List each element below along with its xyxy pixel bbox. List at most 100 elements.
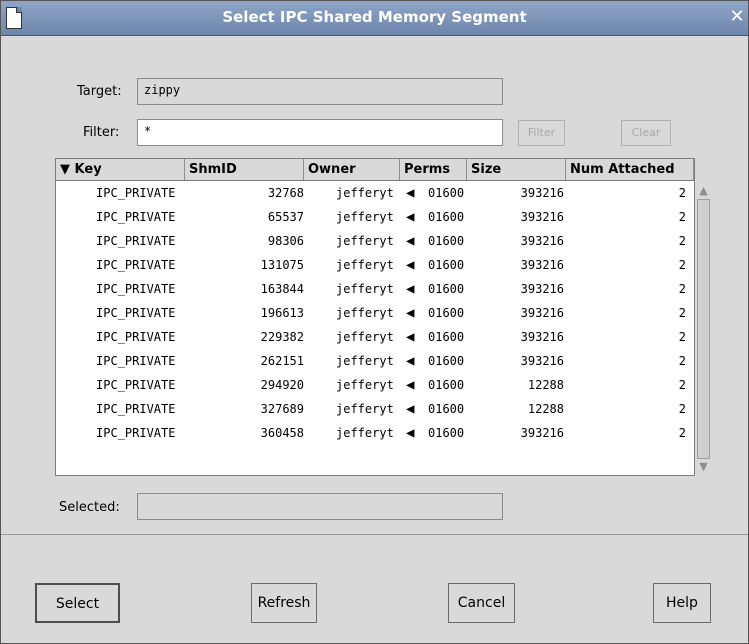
cell-size: 393216: [520, 258, 564, 272]
cell-num-attached: 2: [678, 258, 686, 272]
column-header-owner[interactable]: Owner: [304, 159, 400, 180]
cell-perms: 01600: [428, 282, 465, 296]
truncated-owner-icon: ◀: [406, 185, 415, 201]
column-header-shmid[interactable]: ShmID: [185, 159, 304, 180]
table-row[interactable]: IPC_PRIVATE 65537 jefferyt 01600 393216 2 ◀: [56, 205, 694, 229]
cell-key: IPC_PRIVATE: [96, 282, 176, 296]
table-scrollbar[interactable]: ▲ ▼: [695, 182, 712, 476]
column-header-num-attached[interactable]: Num Attached: [566, 159, 694, 180]
truncated-owner-icon: ◀: [406, 257, 415, 273]
cell-shmid: 229382: [260, 330, 304, 344]
clear-button[interactable]: Clear: [621, 120, 671, 146]
cell-size: 12288: [527, 378, 564, 392]
cell-key: IPC_PRIVATE: [96, 234, 176, 248]
filter-button[interactable]: Filter: [518, 120, 565, 146]
cell-shmid: 360458: [260, 426, 304, 440]
cell-perms: 01600: [428, 186, 465, 200]
cell-size: 393216: [520, 330, 564, 344]
help-button[interactable]: Help: [653, 583, 711, 623]
divider: [1, 534, 748, 535]
cell-perms: 01600: [428, 402, 465, 416]
target-label: Target:: [77, 84, 122, 99]
cell-key: IPC_PRIVATE: [96, 258, 176, 272]
cell-owner: jefferyt: [336, 306, 394, 320]
column-header-perms[interactable]: Perms: [400, 159, 467, 180]
truncated-owner-icon: ◀: [406, 329, 415, 345]
cell-shmid: 327689: [260, 402, 304, 416]
window-title: Select IPC Shared Memory Segment: [222, 8, 527, 26]
cell-size: 393216: [520, 234, 564, 248]
cell-num-attached: 2: [678, 354, 686, 368]
cell-size: 393216: [520, 354, 564, 368]
scroll-up-icon[interactable]: ▲: [697, 184, 710, 197]
table-row[interactable]: IPC_PRIVATE 32768 jefferyt 01600 393216 2 ◀: [56, 181, 694, 205]
target-field: zippy: [137, 78, 503, 105]
table-row[interactable]: IPC_PRIVATE 98306 jefferyt 01600 393216 2 ◀: [56, 229, 694, 253]
column-header-key[interactable]: ▼ Key: [56, 159, 185, 180]
truncated-owner-icon: ◀: [406, 401, 415, 417]
table-row[interactable]: IPC_PRIVATE 327689 jefferyt 01600 12288 2 ◀: [56, 397, 694, 421]
table-row[interactable]: IPC_PRIVATE 360458 jefferyt 01600 393216 2 ◀: [56, 421, 694, 445]
table-row[interactable]: IPC_PRIVATE 163844 jefferyt 01600 393216 2 ◀: [56, 277, 694, 301]
table-row[interactable]: IPC_PRIVATE 229382 jefferyt 01600 393216 2 ◀: [56, 325, 694, 349]
truncated-owner-icon: ◀: [406, 233, 415, 249]
cell-owner: jefferyt: [336, 258, 394, 272]
cell-perms: 01600: [428, 426, 465, 440]
cell-num-attached: 2: [678, 186, 686, 200]
table-row[interactable]: IPC_PRIVATE 131075 jefferyt 01600 393216 2 ◀: [56, 253, 694, 277]
truncated-owner-icon: ◀: [406, 305, 415, 321]
close-icon[interactable]: ✕: [728, 8, 746, 26]
cell-key: IPC_PRIVATE: [96, 210, 176, 224]
cell-size: 393216: [520, 306, 564, 320]
cell-owner: jefferyt: [336, 330, 394, 344]
cell-perms: 01600: [428, 210, 465, 224]
cell-owner: jefferyt: [336, 354, 394, 368]
selected-label: Selected:: [59, 500, 120, 515]
cell-perms: 01600: [428, 378, 465, 392]
cell-num-attached: 2: [678, 306, 686, 320]
table-row[interactable]: IPC_PRIVATE 294920 jefferyt 01600 12288 2 ◀: [56, 373, 694, 397]
select-button[interactable]: Select: [35, 583, 120, 623]
column-header-size[interactable]: Size: [467, 159, 566, 180]
cell-key: IPC_PRIVATE: [96, 330, 176, 344]
cell-owner: jefferyt: [336, 282, 394, 296]
sort-descending-icon: ▼: [60, 162, 70, 177]
cell-shmid: 65537: [267, 210, 304, 224]
cell-key: IPC_PRIVATE: [96, 186, 176, 200]
cell-key: IPC_PRIVATE: [96, 378, 176, 392]
truncated-owner-icon: ◀: [406, 353, 415, 369]
cell-key: IPC_PRIVATE: [96, 402, 176, 416]
table-header: ▼ Key ShmID Owner Perms Size Num Attache…: [56, 159, 694, 181]
truncated-owner-icon: ◀: [406, 209, 415, 225]
filter-label: Filter:: [83, 125, 120, 140]
cell-size: 393216: [520, 282, 564, 296]
cell-owner: jefferyt: [336, 210, 394, 224]
table-row[interactable]: IPC_PRIVATE 262151 jefferyt 01600 393216 2 ◀: [56, 349, 694, 373]
segments-table[interactable]: ▼ Key ShmID Owner Perms Size Num Attache…: [55, 158, 695, 476]
title-bar[interactable]: Select IPC Shared Memory Segment ✕: [1, 1, 748, 36]
cell-num-attached: 2: [678, 210, 686, 224]
table-row[interactable]: IPC_PRIVATE 196613 jefferyt 01600 393216 2 ◀: [56, 301, 694, 325]
cell-owner: jefferyt: [336, 402, 394, 416]
cell-num-attached: 2: [678, 402, 686, 416]
truncated-owner-icon: ◀: [406, 281, 415, 297]
cell-shmid: 131075: [260, 258, 304, 272]
scroll-track[interactable]: [697, 199, 710, 459]
cell-size: 393216: [520, 210, 564, 224]
cell-size: 393216: [520, 426, 564, 440]
cell-owner: jefferyt: [336, 426, 394, 440]
truncated-owner-icon: ◀: [406, 377, 415, 393]
cell-perms: 01600: [428, 258, 465, 272]
cell-perms: 01600: [428, 330, 465, 344]
cell-perms: 01600: [428, 354, 465, 368]
cell-shmid: 163844: [260, 282, 304, 296]
cancel-button[interactable]: Cancel: [448, 583, 515, 623]
cell-key: IPC_PRIVATE: [96, 354, 176, 368]
cell-shmid: 98306: [267, 234, 304, 248]
refresh-button[interactable]: Refresh: [251, 583, 317, 623]
truncated-owner-icon: ◀: [406, 425, 415, 441]
cell-shmid: 294920: [260, 378, 304, 392]
filter-input[interactable]: *: [137, 119, 503, 146]
dialog-window: Select IPC Shared Memory Segment ✕ Targe…: [0, 0, 749, 644]
scroll-down-icon[interactable]: ▼: [697, 460, 710, 473]
